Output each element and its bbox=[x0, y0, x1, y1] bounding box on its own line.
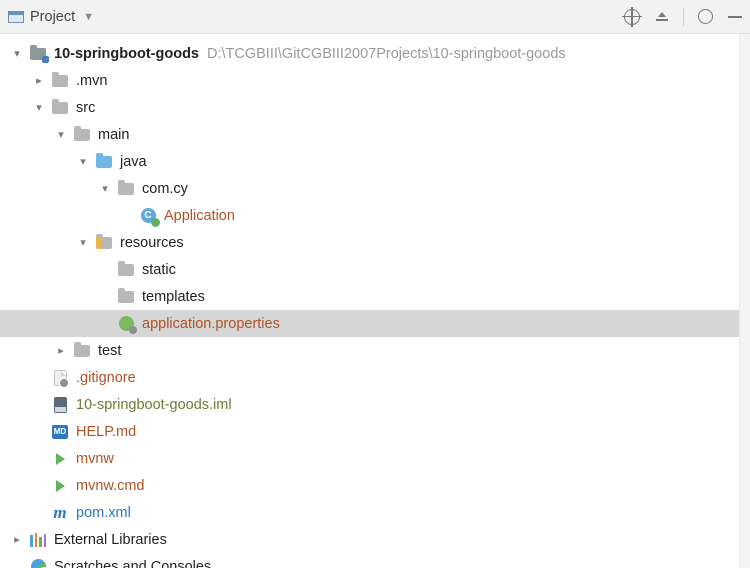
tree-node-java[interactable]: ▾ java bbox=[0, 148, 750, 175]
node-label: application.properties bbox=[142, 316, 280, 332]
gear-icon bbox=[698, 9, 713, 24]
chevron-down-icon[interactable]: ▾ bbox=[72, 232, 94, 254]
chevron-down-icon[interactable]: ▾ bbox=[28, 97, 50, 119]
chevron-placeholder bbox=[94, 259, 116, 281]
node-label: .gitignore bbox=[76, 370, 136, 386]
node-label: Application bbox=[164, 208, 235, 224]
tree-node-test[interactable]: ▸ test bbox=[0, 337, 750, 364]
chevron-down-icon: ▼ bbox=[83, 11, 94, 23]
class-run-icon: C bbox=[138, 206, 158, 226]
node-label: mvnw bbox=[76, 451, 114, 467]
resources-folder-icon bbox=[94, 233, 114, 253]
chevron-placeholder bbox=[28, 421, 50, 443]
chevron-right-icon[interactable]: ▸ bbox=[6, 529, 28, 551]
node-label: pom.xml bbox=[76, 505, 131, 521]
folder-icon bbox=[116, 260, 136, 280]
node-label: main bbox=[98, 127, 129, 143]
folder-icon bbox=[72, 341, 92, 361]
collapse-all-icon bbox=[656, 12, 668, 21]
project-window-icon bbox=[8, 11, 24, 23]
tree-node-templates[interactable]: templates bbox=[0, 283, 750, 310]
markdown-file-icon: MD bbox=[50, 422, 70, 442]
tree-node-mvnw-cmd[interactable]: mvnw.cmd bbox=[0, 472, 750, 499]
chevron-placeholder bbox=[28, 475, 50, 497]
runnable-file-icon bbox=[50, 449, 70, 469]
tree-node-iml[interactable]: 10-springboot-goods.iml bbox=[0, 391, 750, 418]
project-tree[interactable]: ▾ 10-springboot-goods D:\TCGBIII\GitCGBI… bbox=[0, 34, 750, 568]
project-toolbar: Project ▼ bbox=[0, 0, 750, 34]
chevron-down-icon[interactable]: ▾ bbox=[94, 178, 116, 200]
node-label: com.cy bbox=[142, 181, 188, 197]
chevron-placeholder bbox=[28, 367, 50, 389]
maven-file-icon: m bbox=[50, 503, 70, 523]
node-label: External Libraries bbox=[54, 532, 167, 548]
package-icon bbox=[116, 179, 136, 199]
tree-node-main[interactable]: ▾ main bbox=[0, 121, 750, 148]
runnable-file-icon bbox=[50, 476, 70, 496]
chevron-down-icon[interactable]: ▾ bbox=[50, 124, 72, 146]
chevron-placeholder bbox=[28, 448, 50, 470]
chevron-placeholder bbox=[116, 205, 138, 227]
tree-node-application-class[interactable]: C Application bbox=[0, 202, 750, 229]
tree-node-mvnw[interactable]: mvnw bbox=[0, 445, 750, 472]
source-folder-icon bbox=[94, 152, 114, 172]
tree-node-external-libraries[interactable]: ▸ External Libraries bbox=[0, 526, 750, 553]
tree-node-scratches[interactable]: Scratches and Consoles bbox=[0, 553, 750, 568]
node-label: mvnw.cmd bbox=[76, 478, 145, 494]
folder-icon bbox=[50, 98, 70, 118]
chevron-placeholder bbox=[28, 502, 50, 524]
tree-node-application-properties[interactable]: application.properties bbox=[0, 310, 750, 337]
chevron-down-icon[interactable]: ▾ bbox=[72, 151, 94, 173]
node-label: 10-springboot-goods bbox=[54, 46, 199, 62]
file-icon bbox=[50, 368, 70, 388]
folder-icon bbox=[50, 71, 70, 91]
settings-button[interactable] bbox=[696, 8, 714, 26]
tree-node-package[interactable]: ▾ com.cy bbox=[0, 175, 750, 202]
node-path: D:\TCGBIII\GitCGBIII2007Projects\10-spri… bbox=[207, 46, 566, 62]
node-label: .mvn bbox=[76, 73, 107, 89]
toolbar-divider bbox=[683, 8, 684, 26]
scratches-icon bbox=[28, 557, 48, 568]
collapse-all-button[interactable] bbox=[653, 8, 671, 26]
tree-node-help-md[interactable]: MD HELP.md bbox=[0, 418, 750, 445]
target-icon bbox=[624, 9, 640, 25]
node-label: java bbox=[120, 154, 147, 170]
node-label: static bbox=[142, 262, 176, 278]
node-label: templates bbox=[142, 289, 205, 305]
node-label: 10-springboot-goods.iml bbox=[76, 397, 232, 413]
libraries-icon bbox=[28, 530, 48, 550]
chevron-placeholder bbox=[94, 313, 116, 335]
node-label: resources bbox=[120, 235, 184, 251]
tree-node-mvn[interactable]: ▸ .mvn bbox=[0, 67, 750, 94]
tree-node-resources[interactable]: ▾ resources bbox=[0, 229, 750, 256]
chevron-down-icon[interactable]: ▾ bbox=[6, 43, 28, 65]
chevron-right-icon[interactable]: ▸ bbox=[50, 340, 72, 362]
chevron-placeholder bbox=[6, 556, 28, 568]
project-selector[interactable]: Project ▼ bbox=[8, 9, 94, 25]
folder-icon bbox=[72, 125, 92, 145]
hide-button[interactable] bbox=[726, 8, 744, 26]
tree-node-project-root[interactable]: ▾ 10-springboot-goods D:\TCGBIII\GitCGBI… bbox=[0, 40, 750, 67]
node-label: HELP.md bbox=[76, 424, 136, 440]
select-opened-file-button[interactable] bbox=[623, 8, 641, 26]
scrollbar[interactable] bbox=[739, 34, 750, 568]
iml-file-icon bbox=[50, 395, 70, 415]
chevron-placeholder bbox=[28, 394, 50, 416]
chevron-placeholder bbox=[94, 286, 116, 308]
folder-icon bbox=[116, 287, 136, 307]
tree-node-gitignore[interactable]: .gitignore bbox=[0, 364, 750, 391]
tree-node-pom[interactable]: m pom.xml bbox=[0, 499, 750, 526]
minimize-icon bbox=[728, 16, 742, 18]
module-folder-icon bbox=[28, 44, 48, 64]
chevron-right-icon[interactable]: ▸ bbox=[28, 70, 50, 92]
node-label: src bbox=[76, 100, 95, 116]
toolbar-title: Project bbox=[30, 9, 75, 25]
node-label: Scratches and Consoles bbox=[54, 559, 211, 568]
properties-file-icon bbox=[116, 314, 136, 334]
tree-node-src[interactable]: ▾ src bbox=[0, 94, 750, 121]
node-label: test bbox=[98, 343, 121, 359]
tree-node-static[interactable]: static bbox=[0, 256, 750, 283]
